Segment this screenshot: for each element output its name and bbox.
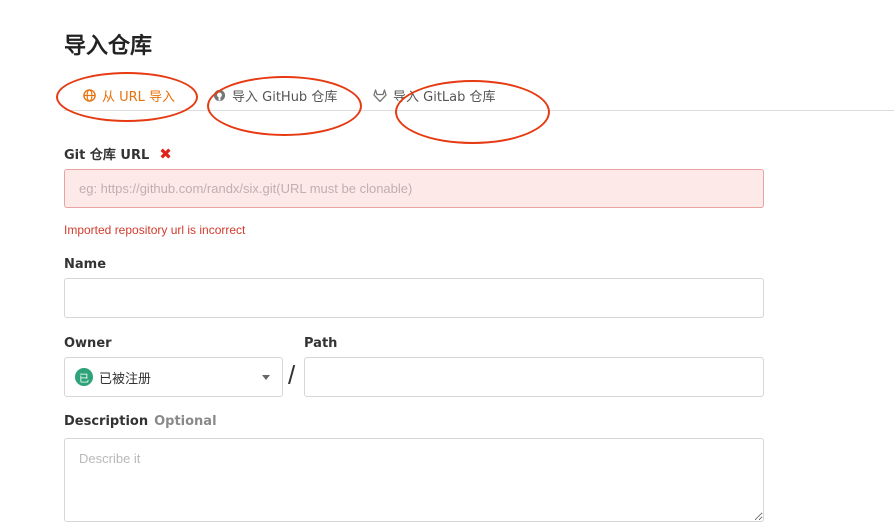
name-input[interactable] xyxy=(64,278,764,318)
tab-import-from-url[interactable]: 从 URL 导入 xyxy=(82,80,175,110)
page-title: 导入仓库 xyxy=(64,34,153,59)
git-url-error-message: Imported repository url is incorrect xyxy=(64,223,246,237)
optional-hint: Optional xyxy=(154,414,217,429)
name-label: Name xyxy=(64,257,107,272)
required-cross-icon: ✖ xyxy=(159,145,172,163)
github-icon xyxy=(212,88,226,102)
globe-icon xyxy=(82,88,96,102)
git-url-input[interactable] xyxy=(64,169,764,208)
owner-path-separator: / xyxy=(288,360,296,390)
git-url-label: Git 仓库 URL ✖ xyxy=(64,145,172,163)
tab-label: 导入 GitLab 仓库 xyxy=(393,89,496,105)
owner-label: Owner xyxy=(64,336,112,351)
import-tabs: 从 URL 导入 导入 GitHub 仓库 导入 GitLab 仓库 xyxy=(64,76,894,111)
tab-label: 导入 GitHub 仓库 xyxy=(232,89,338,105)
description-textarea[interactable] xyxy=(64,438,764,522)
owner-avatar: 已 xyxy=(75,368,93,386)
owner-selected-value: 已被注册 xyxy=(99,371,152,387)
path-input[interactable] xyxy=(304,357,764,397)
description-label: Description Optional xyxy=(64,414,217,429)
tab-label: 从 URL 导入 xyxy=(102,89,176,105)
owner-select[interactable]: 已 已被注册 xyxy=(64,357,283,397)
chevron-down-icon xyxy=(262,375,270,380)
gitlab-icon xyxy=(373,88,387,102)
tab-import-github[interactable]: 导入 GitHub 仓库 xyxy=(212,80,337,110)
tab-import-gitlab[interactable]: 导入 GitLab 仓库 xyxy=(373,80,496,110)
path-label: Path xyxy=(304,336,338,351)
